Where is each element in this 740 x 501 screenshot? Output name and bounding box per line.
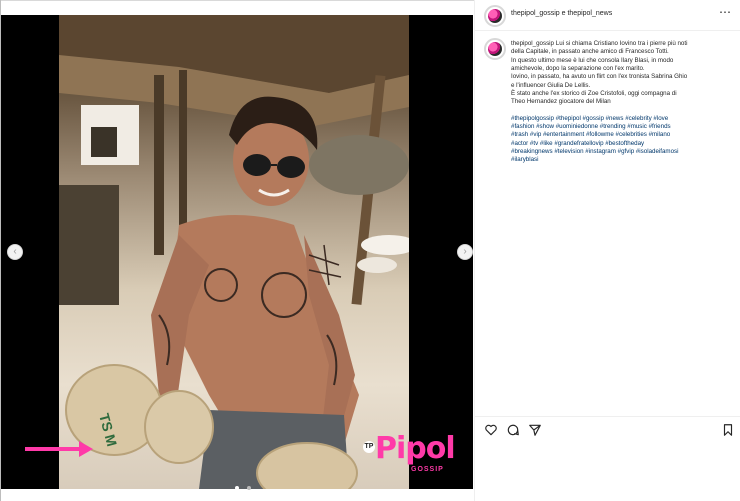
hashtag-line[interactable]: #actor #tv #like #grandefratellovip #bes… <box>511 140 733 148</box>
post-caption: thepipol_gossip Lui si chiama Cristiano … <box>511 40 733 165</box>
watermark-subtitle: GOSSIP <box>411 466 444 473</box>
author-connector: e <box>561 10 566 17</box>
watermark-badge: TP <box>363 441 375 453</box>
caption-line: amichevole, dopo la separazione con l'ex… <box>511 65 645 73</box>
photo-letterbox: TS M <box>1 15 473 489</box>
avatar[interactable] <box>484 5 506 27</box>
author-link[interactable]: thepipol_gossip <box>511 10 560 17</box>
post-details-pane: thepipol_gossip e thepipol_news ⋯ thepip… <box>474 0 740 501</box>
comment-icon[interactable] <box>506 423 520 437</box>
caption-line: e l'influencer Giulia De Lellis. <box>511 81 591 89</box>
post-photo[interactable]: TS M <box>59 15 409 489</box>
heart-icon[interactable] <box>484 423 498 437</box>
pipol-watermark: TP Pipol GOSSIP <box>361 431 466 481</box>
carousel-dots <box>233 477 253 495</box>
post-author-line: thepipol_gossip e thepipol_news <box>511 10 612 17</box>
caption-line: della Capitale, in passato anche amico d… <box>511 48 669 56</box>
post-actions-bar <box>475 416 740 445</box>
hashtag-line[interactable]: #thepipolgossip #thepipol #gossip #news … <box>511 115 733 123</box>
caption-line: È stato anche l'ex storico di Zoe Cristo… <box>511 90 677 98</box>
carousel-dot <box>247 486 252 490</box>
pink-arrow-overlay <box>25 441 93 457</box>
caption-line: Iovino, in passato, ha avuto un flirt co… <box>511 73 688 81</box>
more-icon[interactable]: ⋯ <box>719 5 731 19</box>
hashtag-line[interactable]: #fashion #show #uominiedonne #trending #… <box>511 123 733 131</box>
hashtags: #thepipolgossip #thepipol #gossip #news … <box>511 115 733 165</box>
hashtag-line[interactable]: #ilaryblasi <box>511 156 733 164</box>
avatar[interactable] <box>484 38 506 60</box>
bookmark-icon[interactable] <box>721 423 735 437</box>
post-header: thepipol_gossip e thepipol_news ⋯ <box>475 0 740 31</box>
watermark-title: Pipol <box>375 431 456 466</box>
post-media-pane: TS M ‹ › TP Pipol GOSSIP <box>1 1 473 501</box>
caption-line: thepipol_gossip Lui si chiama Cristiano … <box>511 40 733 48</box>
share-icon[interactable] <box>528 423 542 437</box>
caption-line: Theo Hernandez giocatore del Milan <box>511 98 611 106</box>
collaborator-link[interactable]: thepipol_news <box>567 10 612 17</box>
chevron-left-icon[interactable]: ‹ <box>7 244 23 260</box>
caption-text: Lui si chiama Cristiano Iovino tra i pie… <box>555 40 688 47</box>
chevron-right-icon[interactable]: › <box>457 244 473 260</box>
caption-line: In questo ultimo mese è lui che consola … <box>511 56 674 64</box>
hashtag-line[interactable]: #breakingnews #television #instagram #gf… <box>511 148 733 156</box>
hashtag-line[interactable]: #trash #vip #entertainment #followme #ce… <box>511 131 733 139</box>
carousel-dot <box>235 486 239 490</box>
caption-username[interactable]: thepipol_gossip <box>511 40 554 47</box>
photo-illustration: TS M <box>59 15 409 489</box>
